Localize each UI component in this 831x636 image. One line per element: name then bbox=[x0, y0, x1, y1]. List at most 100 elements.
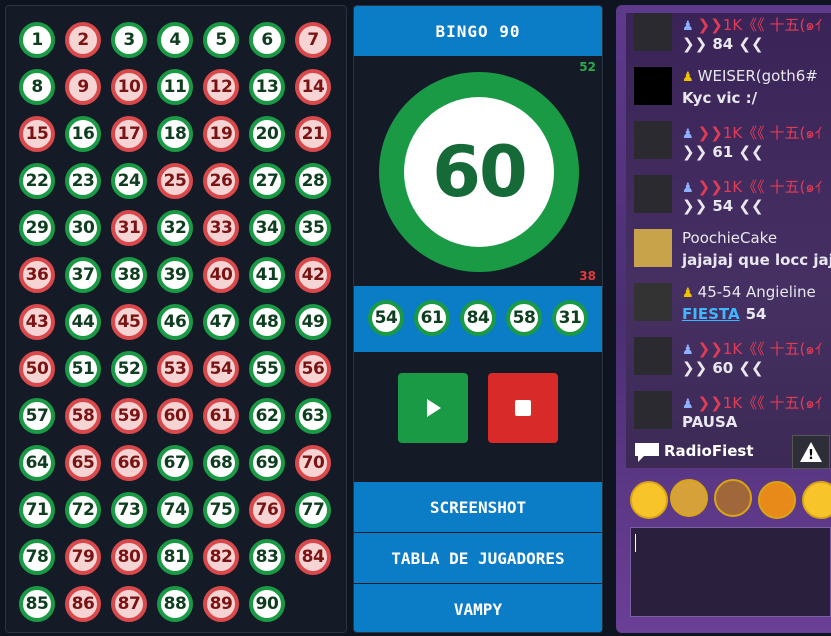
players-table-button[interactable]: TABLA DE JUGADORES bbox=[354, 533, 602, 583]
avatar[interactable] bbox=[634, 121, 672, 159]
board-ball: 6 bbox=[249, 22, 285, 58]
board-ball: 86 bbox=[65, 586, 101, 622]
board-ball: 49 bbox=[295, 304, 331, 340]
chat-nick-line[interactable]: ♟ ❯❯1K《《 十五(๑ｲ bbox=[682, 121, 822, 145]
board-ball: 68 bbox=[203, 445, 239, 481]
board-ball: 17 bbox=[111, 116, 147, 152]
chat-nick[interactable]: ❯❯1K《《 十五(๑ｲ bbox=[698, 16, 823, 34]
board-ball: 18 bbox=[157, 116, 193, 152]
chat-nick-line[interactable]: ♟ ❯❯1K《《 十五(๑ｲ bbox=[682, 13, 822, 37]
chat-nick[interactable]: ❯❯1K《《 十五(๑ｲ bbox=[698, 340, 823, 358]
stop-button[interactable] bbox=[488, 373, 558, 443]
avatar[interactable] bbox=[634, 283, 672, 321]
warning-icon: ! bbox=[800, 442, 822, 463]
board-ball: 19 bbox=[203, 116, 239, 152]
board-ball: 59 bbox=[111, 398, 147, 434]
board-ball: 46 bbox=[157, 304, 193, 340]
chat-text: jajajaj que locc jaj bbox=[682, 251, 831, 269]
report-button[interactable]: ! bbox=[792, 435, 830, 469]
board-ball: 4 bbox=[157, 22, 193, 58]
chat-text: ❯❯ 61 ❮❮ bbox=[682, 143, 764, 161]
avatar[interactable] bbox=[634, 229, 672, 267]
chat-message: ♟ 45-54 Angieline FIESTA 54 bbox=[634, 277, 831, 327]
board-ball: 69 bbox=[249, 445, 285, 481]
chat-text-line: ❯❯ 84 ❮❮ bbox=[682, 35, 764, 53]
board-ball: 42 bbox=[295, 257, 331, 293]
board-ball: 3 bbox=[111, 22, 147, 58]
chat-nick[interactable]: ❯❯1K《《 十五(๑ｲ bbox=[698, 178, 823, 196]
board-ball: 70 bbox=[295, 445, 331, 481]
chat-nick-line[interactable]: ♟ ❯❯1K《《 十五(๑ｲ bbox=[682, 175, 822, 199]
game-panel: BINGO 90 52 60 38 54 61 84 58 31 SCREENSHOT … bbox=[353, 5, 603, 633]
board-ball: 36 bbox=[19, 257, 55, 293]
board-ball: 32 bbox=[157, 210, 193, 246]
chat-nick[interactable]: ❯❯1K《《 十五(๑ｲ bbox=[698, 124, 823, 142]
chat-nick-line[interactable]: ♟ ❯❯1K《《 十五(๑ｲ bbox=[682, 337, 822, 361]
chat-message: ♟ ❯❯1K《《 十五(๑ｲ ❯❯ 60 ❮❮ bbox=[634, 331, 831, 381]
user-icon: ♟ bbox=[682, 286, 694, 301]
smile-emoji-icon[interactable] bbox=[630, 481, 668, 519]
chat-nick-line[interactable]: PoochieCake bbox=[682, 229, 777, 247]
chat-nick[interactable]: 45-54 Angieline bbox=[698, 283, 816, 301]
footer-nick: RadioFiest bbox=[664, 442, 754, 460]
board-ball: 29 bbox=[19, 210, 55, 246]
board-ball: 76 bbox=[249, 492, 285, 528]
board-ball: 30 bbox=[65, 210, 101, 246]
chat-input[interactable] bbox=[630, 527, 831, 617]
chat-nick-line[interactable]: ♟ WEISER(goth6# bbox=[682, 67, 818, 85]
chat-text: PAUSA bbox=[682, 413, 738, 431]
user-icon: ♟ bbox=[682, 343, 694, 358]
headphones-emoji-icon[interactable] bbox=[670, 479, 708, 517]
current-number: 60 bbox=[404, 97, 554, 247]
avatar[interactable] bbox=[634, 67, 672, 105]
screenshot-button[interactable]: SCREENSHOT bbox=[354, 482, 602, 532]
board-ball: 22 bbox=[19, 163, 55, 199]
board-ball: 20 bbox=[249, 116, 285, 152]
board-ball: 37 bbox=[65, 257, 101, 293]
chat-message: ♟ ❯❯1K《《 十五(๑ｲ ❯❯ 61 ❮❮ bbox=[634, 115, 831, 165]
board-ball: 48 bbox=[249, 304, 285, 340]
board-ball: 10 bbox=[111, 69, 147, 105]
board-ball: 63 bbox=[295, 398, 331, 434]
board-ball: 41 bbox=[249, 257, 285, 293]
recent-ball: 58 bbox=[506, 300, 542, 336]
board-ball: 60 bbox=[157, 398, 193, 434]
board-ball: 62 bbox=[249, 398, 285, 434]
chat-nick[interactable]: WEISER(goth6# bbox=[698, 67, 818, 85]
board-ball: 15 bbox=[19, 116, 55, 152]
board-ball: 84 bbox=[295, 539, 331, 575]
avatar[interactable] bbox=[634, 13, 672, 51]
avatar[interactable] bbox=[634, 337, 672, 375]
chat-link[interactable]: FIESTA bbox=[682, 305, 740, 323]
board-ball: 67 bbox=[157, 445, 193, 481]
board-ball: 7 bbox=[295, 22, 331, 58]
avatar[interactable] bbox=[634, 391, 672, 429]
board-ball: 52 bbox=[111, 351, 147, 387]
board-ball: 56 bbox=[295, 351, 331, 387]
chat-nick-line[interactable]: ♟ 45-54 Angieline bbox=[682, 283, 816, 301]
user-icon: ♟ bbox=[682, 397, 694, 412]
chat-nick[interactable]: PoochieCake bbox=[682, 229, 777, 247]
chat-nick[interactable]: ❯❯1K《《 十五(๑ｲ bbox=[698, 394, 823, 412]
recent-ball: 31 bbox=[552, 300, 588, 336]
vampy-button[interactable]: VAMPY bbox=[354, 584, 602, 632]
dance-emoji-icon[interactable] bbox=[758, 481, 796, 519]
board-ball: 51 bbox=[65, 351, 101, 387]
board-ball: 77 bbox=[295, 492, 331, 528]
avatar[interactable] bbox=[634, 175, 672, 213]
chat-text-line: PAUSA bbox=[682, 413, 737, 431]
board-ball: 40 bbox=[203, 257, 239, 293]
chat-text: Kyc vic :/ bbox=[682, 89, 758, 107]
board-ball: 25 bbox=[157, 163, 193, 199]
board-ball: 79 bbox=[65, 539, 101, 575]
remaining-count: 38 bbox=[579, 269, 596, 283]
chat-message: PoochieCake jajajaj que locc jaj bbox=[634, 223, 831, 273]
board-ball: 72 bbox=[65, 492, 101, 528]
chat-text: ❯❯ 60 ❮❮ bbox=[682, 359, 764, 377]
chat-nick-line[interactable]: ♟ ❯❯1K《《 十五(๑ｲ bbox=[682, 391, 822, 415]
dj-emoji-icon[interactable] bbox=[714, 479, 752, 517]
grin-emoji-icon[interactable] bbox=[802, 481, 831, 519]
play-button[interactable] bbox=[398, 373, 468, 443]
chat-panel: ♟ ❯❯1K《《 十五(๑ｲ ❯❯ 84 ❮❮ ♟ WEISER(goth6# Kyc v… bbox=[616, 5, 831, 633]
board-ball: 47 bbox=[203, 304, 239, 340]
